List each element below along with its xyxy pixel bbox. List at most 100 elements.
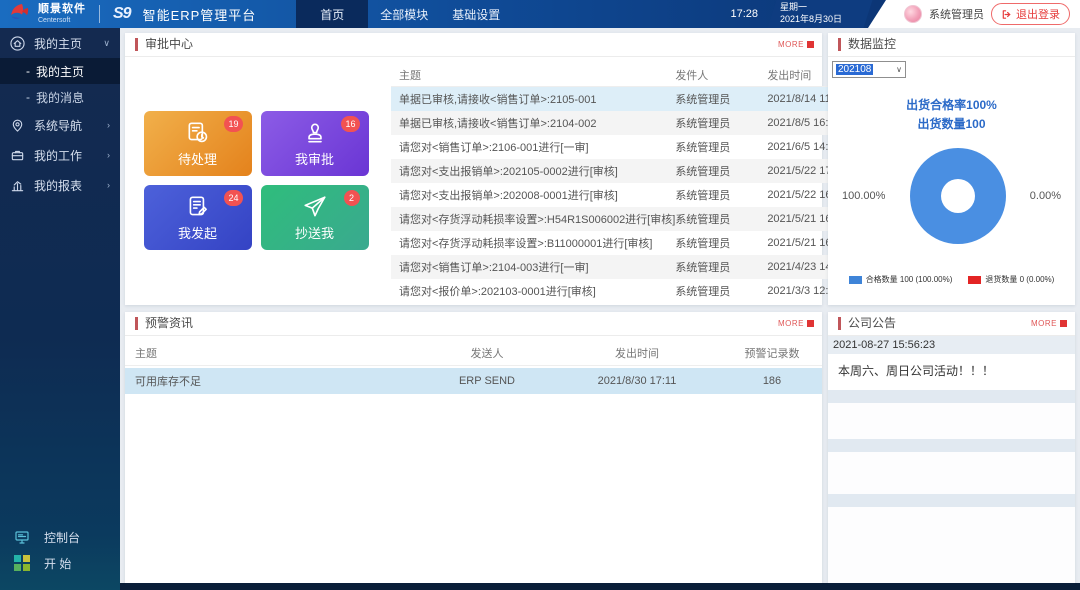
start-button[interactable]: 开 始 <box>14 550 120 576</box>
more-label: MORE <box>778 40 804 49</box>
tile-pending[interactable]: 待处理 19 <box>144 111 252 176</box>
approval-panel-header: 审批中心 MORE <box>125 33 822 57</box>
paper-plane-icon <box>302 194 328 220</box>
alerts-table-header: 主题 发送人 发出时间 预警记录数 <box>125 340 822 366</box>
col-sender: 发件人 <box>675 67 767 83</box>
sidebar-subitem-my-messages[interactable]: - 我的消息 <box>0 84 120 110</box>
tile-initiated-by-me[interactable]: 我发起 24 <box>144 185 252 250</box>
user-avatar[interactable] <box>904 5 922 23</box>
approval-body: 待处理 19 我审批 16 <box>125 57 822 304</box>
tile-cc-me[interactable]: 抄送我 2 <box>261 185 369 250</box>
tile-badge: 2 <box>344 190 360 206</box>
tab-basic-settings[interactable]: 基础设置 <box>440 0 512 28</box>
tile-badge: 16 <box>341 116 359 132</box>
tile-label: 我发起 <box>178 223 217 242</box>
sidebar: 我的主页 ∨ - 我的主页 - 我的消息 系统导航 › <box>0 28 120 590</box>
user-area: 系统管理员 退出登录 <box>868 0 1080 28</box>
chevron-right-icon: › <box>107 150 110 160</box>
announcement-placeholder <box>828 494 1075 507</box>
panel-title: 审批中心 <box>135 38 193 51</box>
clock-time: 17:28 <box>730 8 758 20</box>
start-grid-icon <box>14 555 30 571</box>
table-row[interactable]: 请您对<支出报销单>:202008-0001进行[审核] 系统管理员 2021/… <box>391 183 871 207</box>
table-row[interactable]: 请您对<存货浮动耗损率设置>:H54R1S006002进行[审核] 系统管理员 … <box>391 207 871 231</box>
legend-item-pass: 合格数量 100 (100.00%) <box>849 274 953 285</box>
tab-home[interactable]: 首页 <box>296 0 368 28</box>
chevron-right-icon: › <box>107 120 110 130</box>
tile-label: 我审批 <box>295 149 334 168</box>
sidebar-subitem-label: 我的主页 <box>36 63 84 80</box>
company-logo-icon <box>8 2 32 26</box>
more-box-icon <box>1060 320 1067 327</box>
sidebar-subitem-label: 我的消息 <box>36 89 84 106</box>
sidebar-item-my-work[interactable]: 我的工作 › <box>0 140 120 170</box>
briefcase-icon <box>10 147 26 163</box>
weekday-label: 星期一 <box>780 2 868 14</box>
announcement-text[interactable]: 本周六、周日公司活动！！！ <box>828 354 1075 390</box>
main-nav-tabs: 首页 全部模块 基础设置 <box>296 0 512 28</box>
topbar-right: 17:28 星期一 2021年8月30日 系统管理员 退出登录 <box>730 0 1080 28</box>
console-button[interactable]: 控制台 <box>14 524 120 550</box>
bar-chart-icon <box>10 177 26 193</box>
period-select[interactable]: 202108 ∨ <box>832 61 906 78</box>
alerts-panel-header: 预警资讯 MORE <box>125 312 822 336</box>
table-row[interactable]: 请您对<支出报销单>:202105-0002进行[审核] 系统管理员 2021/… <box>391 159 871 183</box>
more-label: MORE <box>778 319 804 328</box>
announcements-panel: 公司公告 MORE 2021-08-27 15:56:23 本周六、周日公司活动… <box>828 312 1075 583</box>
sidebar-subitem-my-home[interactable]: - 我的主页 <box>0 58 120 84</box>
alerts-more-link[interactable]: MORE <box>778 319 814 328</box>
logout-button[interactable]: 退出登录 <box>991 3 1070 25</box>
tile-label: 待处理 <box>178 149 217 168</box>
announcement-date: 2021-08-27 15:56:23 <box>828 336 1075 354</box>
tile-my-approvals[interactable]: 我审批 16 <box>261 111 369 176</box>
table-row[interactable]: 请您对<销售订单>:2106-001进行[一审] 系统管理员 2021/6/5 … <box>391 135 871 159</box>
period-value: 202108 <box>836 64 873 75</box>
company-name: 顺景软件 Centersoft <box>38 4 86 24</box>
table-row[interactable]: 请您对<报价单>:202103-0001进行[审核] 系统管理员 2021/3/… <box>391 279 871 303</box>
logo-divider <box>99 5 100 23</box>
table-row[interactable]: 请您对<销售订单>:2104-003进行[一审] 系统管理员 2021/4/23… <box>391 255 871 279</box>
sidebar-item-system-nav[interactable]: 系统导航 › <box>0 110 120 140</box>
col-subject: 主题 <box>391 67 675 83</box>
table-row[interactable]: 请您对<存货浮动耗损率设置>:B11000001进行[审核] 系统管理员 202… <box>391 231 871 255</box>
pass-rate-text: 出货合格率100% <box>828 96 1075 115</box>
approval-center-panel: 审批中心 MORE 待处理 19 <box>125 33 822 305</box>
approval-table: 主题 发件人 发出时间 单据已审核,请接收<销售订单>:2105-001 系统管… <box>387 57 886 304</box>
app-title: 智能ERP管理平台 <box>143 5 257 24</box>
console-monitor-icon <box>14 529 30 545</box>
tile-label: 抄送我 <box>295 223 334 242</box>
shipment-qty-text: 出货数量100 <box>828 115 1075 134</box>
tab-all-modules[interactable]: 全部模块 <box>368 0 440 28</box>
col-sender: 发送人 <box>422 345 552 361</box>
chevron-down-icon: ∨ <box>103 38 110 49</box>
console-label: 控制台 <box>44 529 80 546</box>
sidebar-item-label: 系统导航 <box>34 117 82 134</box>
table-row[interactable]: 单据已审核,请接收<销售订单>:2104-002 系统管理员 2021/8/5 … <box>391 111 871 135</box>
table-row[interactable]: 可用库存不足 ERP SEND 2021/8/30 17:11 186 <box>125 368 822 394</box>
monitor-panel-header: 数据监控 <box>828 33 1075 57</box>
start-label: 开 始 <box>44 555 71 572</box>
approval-table-header: 主题 发件人 发出时间 <box>391 63 871 87</box>
announcements-more-link[interactable]: MORE <box>1031 319 1067 328</box>
pending-doc-clock-icon <box>185 120 211 146</box>
donut-chart <box>910 148 1006 244</box>
approval-tiles: 待处理 19 我审批 16 <box>125 57 387 304</box>
sidebar-item-my-home[interactable]: 我的主页 ∨ <box>0 28 120 58</box>
table-row[interactable]: 单据已审核,请接收<销售订单>:2105-001 系统管理员 2021/8/14… <box>391 87 871 111</box>
chevron-down-icon: ∨ <box>896 65 902 74</box>
date-block: 星期一 2021年8月30日 <box>772 0 868 28</box>
product-logo: S9 <box>113 5 131 23</box>
sidebar-item-my-reports[interactable]: 我的报表 › <box>0 170 120 200</box>
col-record-count: 预警记录数 <box>722 345 822 361</box>
map-pin-icon <box>10 117 26 133</box>
approval-more-link[interactable]: MORE <box>778 40 814 49</box>
dash-marker: - <box>26 64 30 78</box>
donut-right-label: 0.00% <box>1030 190 1061 202</box>
edit-doc-icon <box>185 194 211 220</box>
username-label[interactable]: 系统管理员 <box>929 6 984 22</box>
tile-badge: 19 <box>224 116 242 132</box>
announcement-placeholder <box>828 439 1075 452</box>
sidebar-item-label: 我的报表 <box>34 177 82 194</box>
tile-badge: 24 <box>224 190 242 206</box>
company-name-cn: 顺景软件 <box>38 4 86 15</box>
